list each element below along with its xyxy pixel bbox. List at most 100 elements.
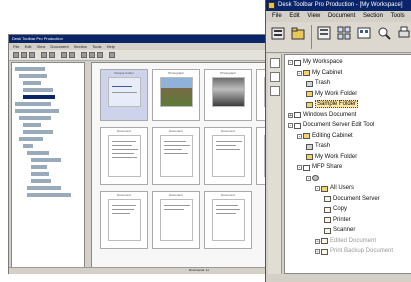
printer-icon bbox=[303, 164, 310, 171]
open-folder-icon[interactable] bbox=[290, 25, 306, 41]
tree-node[interactable]: + Print Backup Document bbox=[315, 247, 393, 256]
tree-node[interactable]: - Editing Cabinet bbox=[297, 132, 353, 141]
menu-document[interactable]: Document bbox=[328, 13, 355, 19]
document-thumbnail[interactable]: Document bbox=[100, 191, 148, 249]
front-window-title[interactable]: Desk Toolbar Pro Production - [My Worksp… bbox=[266, 0, 411, 11]
back-tool-icon[interactable] bbox=[13, 52, 19, 58]
front-toolbar bbox=[266, 22, 411, 53]
menu-edit[interactable]: Edit bbox=[289, 13, 299, 19]
tree-node[interactable]: Copy bbox=[324, 205, 347, 214]
documents-icon bbox=[294, 112, 301, 118]
back-tool-icon[interactable] bbox=[29, 52, 35, 58]
tree-node-label: All Users bbox=[330, 185, 355, 191]
collapse-toggle-icon[interactable]: - bbox=[297, 165, 302, 171]
tree-node[interactable]: - My Workspace bbox=[288, 58, 343, 67]
back-tool-icon[interactable] bbox=[41, 52, 47, 58]
collapse-toggle-icon[interactable]: - bbox=[288, 123, 293, 129]
document-icon bbox=[324, 217, 331, 223]
tree-node[interactable]: - Document Server Edit Tool bbox=[288, 121, 374, 130]
zoom-icon[interactable] bbox=[376, 25, 392, 41]
front-window: Desk Toolbar Pro Production - [My Worksp… bbox=[265, 0, 411, 282]
tree-node[interactable]: Document Server bbox=[324, 195, 380, 204]
tree-node[interactable]: My Work Folder bbox=[306, 153, 357, 162]
trash-icon bbox=[306, 80, 313, 87]
document-icon[interactable] bbox=[270, 58, 280, 68]
tree-node[interactable]: Trash bbox=[306, 142, 330, 151]
new-cabinet-icon[interactable] bbox=[270, 25, 286, 41]
back-tool-icon[interactable] bbox=[21, 52, 27, 58]
tree-node-label: Trash bbox=[315, 80, 331, 86]
back-folder-tree[interactable] bbox=[11, 62, 85, 268]
tree-node[interactable]: - bbox=[306, 174, 321, 183]
collapse-toggle-icon[interactable]: - bbox=[315, 186, 320, 192]
back-menu-file[interactable]: File bbox=[13, 44, 19, 49]
expand-toggle-icon[interactable]: + bbox=[315, 238, 320, 244]
tree-node[interactable]: - MFP Share bbox=[297, 163, 342, 172]
back-window-title: Desk Toolbar Pro Production bbox=[9, 35, 307, 43]
back-tool-icon[interactable] bbox=[97, 52, 103, 58]
tree-node[interactable]: + Windows Document bbox=[288, 111, 356, 120]
tree-node[interactable]: + Edited Document bbox=[315, 237, 376, 246]
back-menu-help[interactable]: Help bbox=[107, 44, 115, 49]
collapse-toggle-icon[interactable]: - bbox=[288, 60, 293, 66]
tree-node[interactable]: Sample Folder bbox=[306, 100, 359, 109]
back-menu-view[interactable]: View bbox=[37, 44, 46, 49]
workspace-icon bbox=[294, 59, 301, 66]
tree-node[interactable]: Scanner bbox=[324, 226, 355, 235]
collapse-toggle-icon[interactable]: - bbox=[306, 175, 311, 181]
photo-thumbnail[interactable]: Photograph bbox=[204, 69, 252, 121]
menu-tools[interactable]: Tools bbox=[391, 13, 405, 19]
document-thumbnail[interactable]: Sample Folder bbox=[100, 69, 148, 121]
back-menu-bar: File Edit View Document Section Tools He… bbox=[9, 43, 307, 50]
document-thumbnail[interactable]: Document bbox=[152, 191, 200, 249]
menu-section[interactable]: Section bbox=[363, 13, 383, 19]
document-icon bbox=[324, 196, 331, 202]
tree-node[interactable]: - My Cabinet bbox=[297, 69, 342, 78]
status-text: Documents: 11 bbox=[189, 268, 209, 272]
tree-node[interactable]: Trash bbox=[306, 79, 330, 88]
menu-file[interactable]: File bbox=[272, 13, 282, 19]
arrange-icon[interactable] bbox=[336, 25, 352, 41]
back-menu-section[interactable]: Section bbox=[74, 44, 87, 49]
cabinet-icon bbox=[303, 70, 310, 76]
note-icon[interactable] bbox=[270, 86, 280, 96]
document-thumbnail[interactable]: Document bbox=[100, 127, 148, 185]
edit-icon[interactable] bbox=[270, 72, 280, 82]
app-icon bbox=[268, 2, 275, 9]
back-tool-icon[interactable] bbox=[49, 52, 55, 58]
back-tool-icon[interactable] bbox=[109, 52, 115, 58]
tree-node-label: My Work Folder bbox=[315, 90, 358, 97]
document-thumbnail[interactable]: Document bbox=[152, 127, 200, 185]
view-mode-icon[interactable] bbox=[356, 25, 372, 41]
expand-toggle-icon[interactable]: + bbox=[315, 249, 320, 255]
expand-toggle-icon[interactable]: + bbox=[288, 112, 293, 118]
menu-view[interactable]: View bbox=[307, 13, 320, 19]
collapse-toggle-icon[interactable]: - bbox=[297, 133, 302, 139]
tree-node-label: Printer bbox=[333, 216, 351, 223]
photo-thumbnail[interactable]: Photograph bbox=[152, 69, 200, 121]
properties-icon[interactable] bbox=[316, 25, 332, 41]
tree-node[interactable]: My Work Folder bbox=[306, 90, 357, 99]
back-tool-icon[interactable] bbox=[89, 52, 95, 58]
tree-node[interactable]: - All Users bbox=[315, 184, 354, 193]
back-tool-icon[interactable] bbox=[81, 52, 87, 58]
tree-node-label: MFP Share bbox=[312, 164, 343, 170]
tree-node-label: My Workspace bbox=[303, 59, 343, 65]
toolbar-separator bbox=[311, 25, 312, 49]
print-icon[interactable] bbox=[396, 25, 411, 41]
folder-tree[interactable]: - My Workspace - My Cabinet Trash My Work Fol… bbox=[284, 54, 411, 274]
document-thumbnail[interactable]: Document bbox=[204, 191, 252, 249]
front-menu-bar: File Edit View Document Section Tools bbox=[266, 11, 411, 21]
back-tool-icon[interactable] bbox=[69, 52, 75, 58]
back-menu-tools[interactable]: Tools bbox=[92, 44, 101, 49]
document-icon bbox=[324, 227, 331, 234]
tree-node-label: Document Server Edit Tool bbox=[303, 122, 375, 128]
side-tool-strip bbox=[268, 54, 282, 274]
back-tool-icon[interactable] bbox=[61, 52, 67, 58]
tree-node[interactable]: Printer bbox=[324, 216, 351, 225]
collapse-toggle-icon[interactable]: - bbox=[297, 70, 302, 76]
folder-icon bbox=[306, 91, 313, 97]
back-menu-edit[interactable]: Edit bbox=[25, 44, 32, 49]
back-menu-document[interactable]: Document bbox=[50, 44, 68, 49]
document-thumbnail[interactable]: Document bbox=[204, 127, 252, 185]
